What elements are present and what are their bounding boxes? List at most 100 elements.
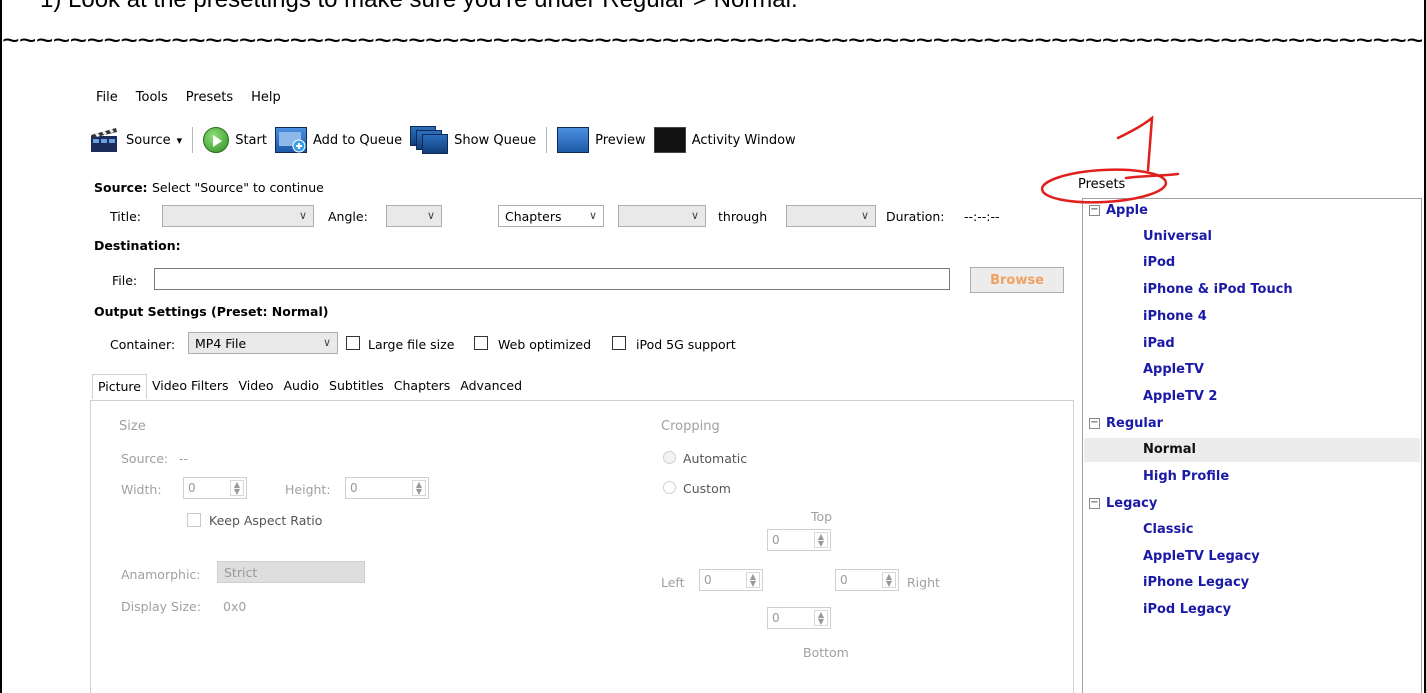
anamorphic-label: Anamorphic: [121, 567, 201, 582]
chapters-value: Chapters [505, 208, 562, 224]
chevron-down-icon: ∨ [426, 209, 435, 222]
menu-presets[interactable]: Presets [186, 90, 233, 110]
tab-picture[interactable]: Picture [92, 374, 147, 399]
preset-item-appletv[interactable]: AppleTV [1143, 362, 1204, 377]
large-file-checkbox[interactable] [346, 336, 360, 350]
cropping-heading: Cropping [661, 419, 720, 434]
keep-aspect-label: Keep Aspect Ratio [209, 513, 323, 528]
spinner-arrows-icon[interactable]: ▲ ▼ [814, 532, 828, 548]
preset-group-regular[interactable]: − Regular [1089, 416, 1163, 431]
height-label: Height: [285, 482, 331, 497]
preset-item-ipad[interactable]: iPad [1143, 336, 1175, 351]
crop-top-label: Top [811, 509, 833, 524]
height-value: 0 [350, 481, 358, 495]
width-stepper[interactable]: 0 ▲ ▼ [183, 477, 247, 499]
spinner-arrows-icon[interactable]: ▲ ▼ [746, 572, 760, 588]
spinner-arrows-icon[interactable]: ▲ ▼ [412, 480, 426, 496]
preset-item-appletv-2[interactable]: AppleTV 2 [1143, 389, 1217, 404]
crop-top-stepper[interactable]: 0 ▲ ▼ [767, 529, 831, 551]
anamorphic-select[interactable]: Strict [217, 561, 365, 583]
separator-line: ~~~~~~~~~~~~~~~~~~~~~~~~~~~~~~~~~~~~~~~~… [2, 24, 1422, 57]
display-size-value: 0x0 [223, 599, 247, 614]
chevron-down-icon: ∨ [690, 209, 699, 222]
preset-item-iphone-legacy[interactable]: iPhone Legacy [1143, 575, 1249, 590]
preset-item-universal[interactable]: Universal [1143, 229, 1212, 244]
preset-item-appletv-legacy[interactable]: AppleTV Legacy [1143, 549, 1260, 564]
chevron-down-icon[interactable]: ▾ [177, 134, 183, 147]
preset-group-apple[interactable]: − Apple [1089, 203, 1148, 218]
browse-button[interactable]: Browse [970, 267, 1064, 293]
collapse-icon[interactable]: − [1089, 498, 1100, 509]
width-value: 0 [188, 481, 196, 495]
activity-window-button[interactable]: Activity Window [653, 127, 796, 153]
crop-bottom-stepper[interactable]: 0 ▲ ▼ [767, 607, 831, 629]
tab-video-filters[interactable]: Video Filters [147, 374, 233, 399]
start-label: Start [235, 132, 267, 148]
show-queue-button[interactable]: Show Queue [410, 126, 536, 154]
toolbar: Source ▾ Start Add to Queue Show Queue P… [90, 122, 804, 158]
add-queue-icon [274, 127, 307, 153]
collapse-icon[interactable]: − [1089, 205, 1100, 216]
duration-label: Duration: [886, 209, 945, 224]
chevron-down-icon: ∨ [322, 336, 331, 349]
chapter-end-select[interactable]: ∨ [786, 205, 876, 227]
source-heading: Source: [94, 180, 148, 195]
handbrake-window: File Tools Presets Help Source ▾ Start A… [86, 82, 1426, 693]
source-label: Source [126, 132, 171, 148]
preset-item-high-profile[interactable]: High Profile [1143, 469, 1229, 484]
start-button[interactable]: Start [203, 127, 267, 153]
tab-chapters[interactable]: Chapters [389, 374, 456, 399]
crop-right-value: 0 [840, 573, 848, 587]
tab-video[interactable]: Video [233, 374, 278, 399]
source-status: Select "Source" to continue [152, 180, 324, 195]
preset-item-classic[interactable]: Classic [1143, 522, 1193, 537]
custom-label: Custom [683, 481, 731, 496]
preset-item-normal[interactable]: Normal [1143, 442, 1196, 457]
activity-window-label: Activity Window [691, 132, 796, 148]
preview-button[interactable]: Preview [557, 127, 646, 153]
spinner-arrows-icon[interactable]: ▲ ▼ [882, 572, 896, 588]
preset-item-ipod-legacy[interactable]: iPod Legacy [1143, 602, 1231, 617]
web-optimized-checkbox[interactable] [474, 336, 488, 350]
duration-value: --:--:-- [964, 209, 1000, 224]
collapse-icon[interactable]: − [1089, 418, 1100, 429]
height-stepper[interactable]: 0 ▲ ▼ [345, 477, 429, 499]
keep-aspect-checkbox[interactable] [187, 513, 201, 527]
spinner-arrows-icon[interactable]: ▲ ▼ [230, 480, 244, 496]
menu-help[interactable]: Help [251, 90, 281, 110]
anamorphic-value: Strict [224, 564, 258, 580]
preset-item-iphone-4[interactable]: iPhone 4 [1143, 309, 1207, 324]
width-label: Width: [121, 482, 162, 497]
angle-select[interactable]: ∨ [386, 205, 442, 227]
tab-audio[interactable]: Audio [279, 374, 325, 399]
menu-tools[interactable]: Tools [136, 90, 168, 110]
chapter-start-select[interactable]: ∨ [618, 205, 706, 227]
automatic-label: Automatic [683, 451, 748, 466]
crop-bottom-label: Bottom [803, 645, 849, 660]
preset-item-iphone-ipod-touch[interactable]: iPhone & iPod Touch [1143, 282, 1293, 297]
custom-radio[interactable] [663, 481, 676, 494]
crop-left-stepper[interactable]: 0 ▲ ▼ [699, 569, 763, 591]
source-button[interactable]: Source ▾ [90, 126, 182, 154]
container-label: Container: [110, 337, 176, 352]
preview-window-icon [557, 127, 590, 153]
destination-file-input[interactable] [154, 268, 950, 290]
instruction-text: 1) Look at the presettings to make sure … [40, 0, 798, 14]
tab-advanced[interactable]: Advanced [455, 374, 527, 399]
title-label: Title: [110, 209, 141, 224]
spinner-arrows-icon[interactable]: ▲ ▼ [814, 610, 828, 626]
destination-heading: Destination: [94, 238, 181, 253]
container-select[interactable]: MP4 File ∨ [188, 332, 338, 354]
ipod-5g-checkbox[interactable] [612, 336, 626, 350]
add-to-queue-button[interactable]: Add to Queue [274, 127, 402, 153]
crop-right-stepper[interactable]: 0 ▲ ▼ [835, 569, 899, 591]
crop-left-value: 0 [704, 573, 712, 587]
preset-item-ipod[interactable]: iPod [1143, 255, 1175, 270]
tab-subtitles[interactable]: Subtitles [324, 374, 389, 399]
preset-group-legacy[interactable]: − Legacy [1089, 496, 1157, 511]
chapters-select[interactable]: Chapters ∨ [498, 205, 604, 227]
container-value: MP4 File [195, 335, 247, 351]
menu-file[interactable]: File [96, 90, 118, 110]
automatic-radio[interactable] [663, 451, 676, 464]
title-select[interactable]: ∨ [162, 205, 314, 227]
